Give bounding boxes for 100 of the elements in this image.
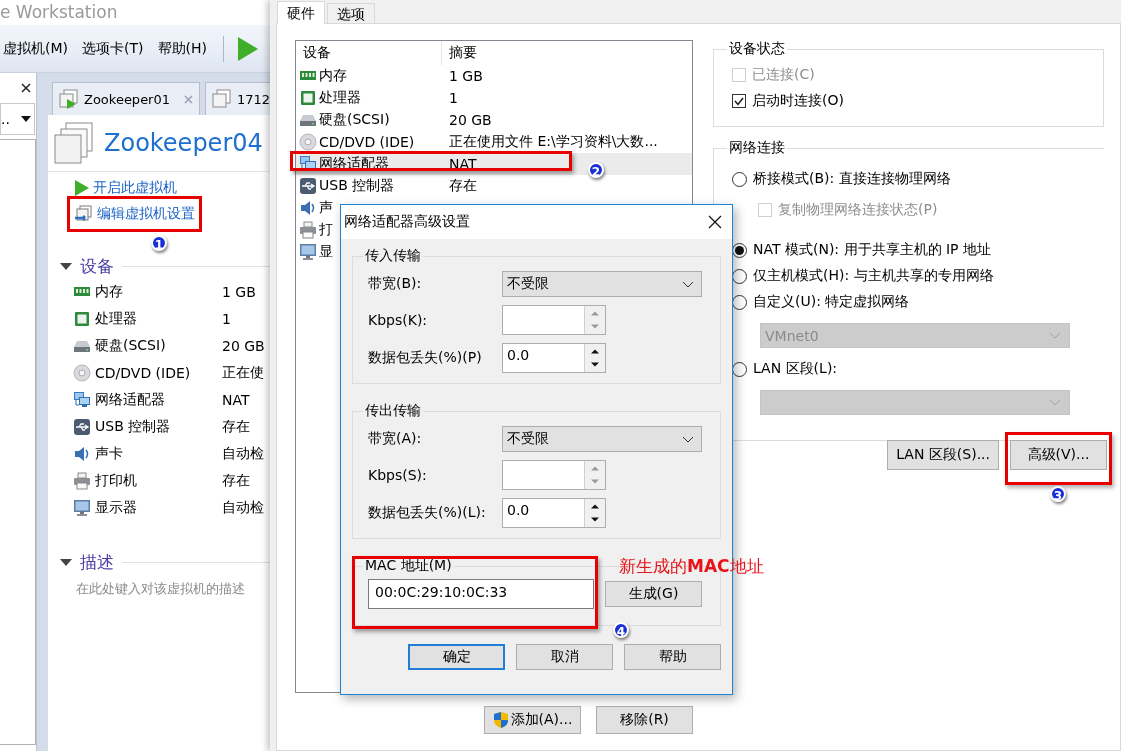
group-title: 设备状态: [728, 40, 786, 58]
group-title: 网络连接: [728, 139, 786, 157]
network-adapter-icon: [73, 390, 91, 409]
remove-button[interactable]: 移除(R): [596, 706, 693, 734]
device-name: 硬盘(SCSI): [95, 336, 166, 355]
field-label: 数据包丢失(%)(P): [368, 349, 483, 367]
device-name: 显: [319, 243, 333, 261]
usb-icon: [73, 417, 91, 436]
tab-label: 1712: [237, 91, 271, 107]
menu-item[interactable]: 帮助(H): [157, 39, 207, 58]
play-icon: [74, 179, 90, 197]
field-label: 带宽(A):: [368, 430, 423, 448]
close-icon: [21, 83, 31, 93]
shield-icon: [492, 711, 509, 729]
checkbox-label: 复制物理网络连接状态(P): [778, 201, 938, 219]
device-name: 处理器: [95, 309, 137, 328]
device-summary: NAT: [222, 391, 250, 408]
device-summary: 1 GB: [222, 283, 256, 300]
vm-tab[interactable]: Zookeeper01: [52, 82, 200, 115]
speaker-icon: [73, 444, 91, 463]
section-heading: 设备: [80, 255, 114, 278]
add-button[interactable]: 添加(A)...: [484, 706, 581, 734]
device-summary: 正在使: [222, 363, 264, 382]
chevron-down-icon: [1049, 399, 1061, 406]
device-summary: 20 GB: [448, 112, 492, 128]
lan-segments-button[interactable]: LAN 区段(S)...: [887, 440, 999, 470]
device-summary: 1 GB: [448, 68, 483, 84]
printer-icon: [299, 221, 317, 239]
device-name: 处理器: [319, 89, 361, 107]
spin-field[interactable]: 0.0: [502, 343, 606, 373]
field-label: Kbps(S):: [368, 467, 428, 483]
device-name: 内存: [95, 282, 123, 301]
virtual-machine-icon: [54, 122, 94, 164]
device-name: CD/DVD (IDE): [319, 134, 415, 150]
monitor-icon: [299, 243, 317, 261]
speaker-icon: [299, 199, 317, 217]
window-title: e Workstation: [0, 1, 119, 24]
device-summary: 1: [448, 90, 458, 106]
chevron-down-icon: [682, 280, 694, 288]
section-heading: 描述: [80, 551, 114, 574]
group-title: 传入传输: [364, 247, 422, 265]
tab[interactable]: 选项: [327, 3, 375, 23]
radio-label: 仅主机模式(H): 与主机共享的专用网络: [753, 267, 994, 285]
menu-item[interactable]: 虚拟机(M): [3, 39, 68, 58]
device-summary: 1: [222, 310, 231, 327]
description-field[interactable]: 在此处键入对该虚拟机的描述: [48, 574, 272, 598]
radio-label: 自定义(U): 特定虚拟网络: [753, 293, 910, 311]
device-name: 声卡: [95, 444, 123, 463]
advanced-button[interactable]: 高级(V)...: [1010, 440, 1107, 470]
collapse-arrow-icon: [60, 559, 72, 566]
dialog-button[interactable]: 确定: [408, 644, 505, 670]
play-icon: [237, 36, 258, 61]
device-name: 显示器: [95, 498, 137, 517]
generate-button[interactable]: 生成(G): [605, 581, 702, 607]
device-name: 声: [319, 199, 333, 217]
radio-button[interactable]: [732, 171, 747, 187]
menu-item[interactable]: 选项卡(T): [82, 39, 144, 58]
chevron-down-icon: [1049, 332, 1061, 339]
radio-label: NAT 模式(N): 用于共享主机的 IP 地址: [753, 241, 991, 259]
mac-address-field[interactable]: 00:0C:29:10:0C:33: [368, 579, 594, 609]
column-header[interactable]: 设备: [296, 41, 442, 65]
device-summary: 正在使用文件 E:\学习资料\大数...: [448, 133, 658, 151]
dialog-button[interactable]: 帮助: [624, 644, 721, 670]
processor-icon: [299, 89, 317, 107]
step-badge: 4: [613, 622, 629, 638]
radio-label: LAN 区段(L):: [753, 360, 838, 378]
field-label: 带宽(B):: [368, 275, 423, 293]
field-label: Kbps(K):: [368, 312, 429, 328]
tab[interactable]: 硬件: [277, 1, 325, 24]
group-title: MAC 地址(M): [364, 557, 453, 575]
spin-field[interactable]: [502, 460, 606, 490]
device-name: 网络适配器: [95, 390, 165, 409]
vm-tab[interactable]: 1712: [205, 82, 272, 115]
dialog-button[interactable]: 取消: [516, 644, 613, 670]
device-name: 内存: [319, 67, 347, 85]
device-name: USB 控制器: [95, 417, 171, 436]
bandwidth-dropdown[interactable]: 不受限: [502, 271, 702, 297]
bandwidth-dropdown[interactable]: 不受限: [502, 426, 702, 452]
tab-label: Zookeeper01: [84, 91, 171, 107]
device-name: 打印机: [95, 471, 137, 490]
device-summary: 自动检: [222, 498, 264, 517]
vm-action-link[interactable]: 编辑虚拟机设置: [74, 203, 195, 225]
processor-icon: [73, 309, 91, 328]
checkbox-label: 启动时连接(O): [752, 92, 844, 110]
disc-icon: [299, 133, 317, 151]
checkbox-label: 已连接(C): [752, 66, 815, 84]
device-summary: 自动检: [222, 444, 264, 463]
dialog-title: 网络适配器高级设置: [344, 213, 470, 231]
disc-icon: [73, 363, 91, 382]
vm-name: Zookeeper04: [104, 129, 263, 157]
vm-action-link[interactable]: 开启此虚拟机: [74, 177, 177, 199]
spin-field[interactable]: 0.0: [502, 498, 606, 528]
check-icon: [734, 96, 744, 106]
monitor-icon: [73, 498, 91, 517]
filter-dropdown[interactable]: ..: [0, 103, 35, 135]
device-name: USB 控制器: [319, 177, 395, 195]
checkbox[interactable]: [732, 94, 746, 108]
column-header[interactable]: 摘要: [442, 41, 477, 65]
spin-field[interactable]: [502, 305, 606, 335]
collapse-arrow-icon: [60, 263, 72, 270]
